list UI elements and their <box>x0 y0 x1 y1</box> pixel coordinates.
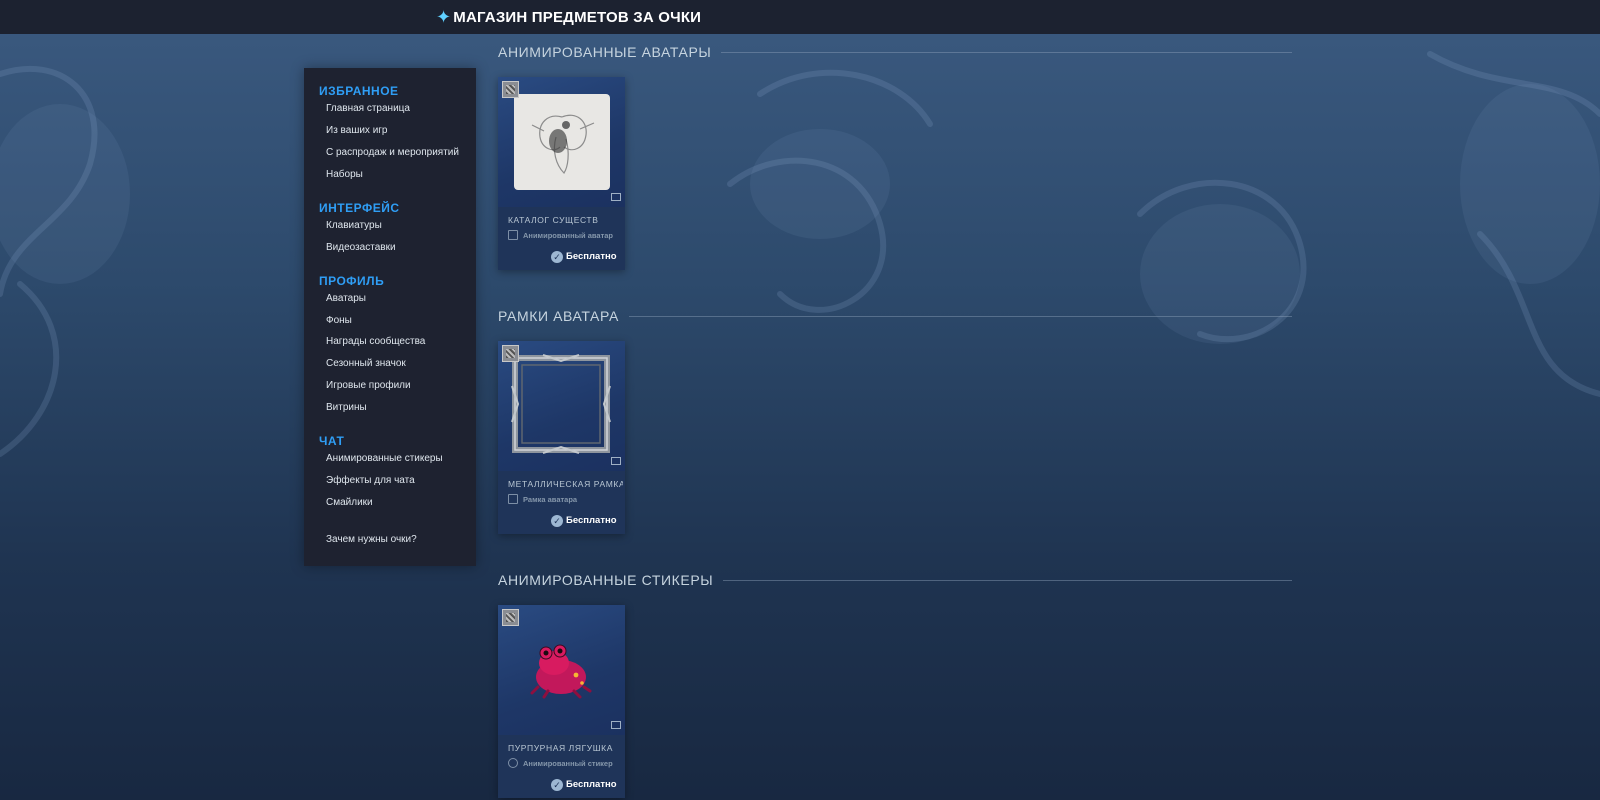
item-name: ПУРПУРНАЯ ЛЯГУШКА <box>508 743 613 753</box>
sidebar-item-bundles[interactable]: Наборы <box>326 169 363 180</box>
item-card-creature-catalog[interactable]: КАТАЛОГ СУЩЕСТВ Анимированный аватар ✓ Б… <box>498 77 625 270</box>
sidebar-section-interface: ИНТЕРФЕЙС <box>319 201 400 215</box>
category-heading-avatar-frames: РАМКИ АВАТАРА <box>498 306 1292 326</box>
animated-media-icon <box>611 193 621 201</box>
sidebar-item-avatars[interactable]: Аватары <box>326 293 366 304</box>
heading-divider <box>628 315 1292 317</box>
animated-media-icon <box>611 721 621 729</box>
heading-divider <box>721 51 1292 53</box>
animated-sticker-icon <box>508 758 518 768</box>
game-badge-icon <box>502 345 519 362</box>
item-name: КАТАЛОГ СУЩЕСТВ <box>508 215 599 225</box>
steam-points-icon: ✓ <box>551 515 563 527</box>
sidebar-section-profile: ПРОФИЛЬ <box>319 274 385 288</box>
sidebar-item-community-awards[interactable]: Награды сообщества <box>326 336 425 347</box>
item-type: Анимированный аватар <box>523 231 613 240</box>
sidebar-item-startup-movies[interactable]: Видеозаставки <box>326 242 396 253</box>
sidebar-item-sales-events[interactable]: С распродаж и мероприятий <box>326 147 459 158</box>
top-bar: ✦ МАГАЗИН ПРЕДМЕТОВ ЗА ОЧКИ <box>0 0 1600 34</box>
item-artwork <box>498 605 625 735</box>
animated-avatar-icon <box>508 230 518 240</box>
item-type: Рамка аватара <box>523 495 578 504</box>
heading-divider <box>723 579 1292 581</box>
sidebar-section-favorites: ИЗБРАННОЕ <box>319 84 399 98</box>
animated-media-icon <box>611 457 621 465</box>
page-title: ✦ МАГАЗИН ПРЕДМЕТОВ ЗА ОЧКИ <box>436 5 701 29</box>
item-price: Бесплатно <box>566 515 617 526</box>
game-badge-icon <box>502 81 519 98</box>
sidebar-item-from-your-games[interactable]: Из ваших игр <box>326 125 388 136</box>
sidebar-link-why-points[interactable]: Зачем нужны очки? <box>326 534 417 545</box>
item-card-metal-frame[interactable]: МЕТАЛЛИЧЕСКАЯ РАМКА Рамка аватара ✓ Бесп… <box>498 341 625 534</box>
sidebar-item-home[interactable]: Главная страница <box>326 103 410 114</box>
steam-points-icon: ✓ <box>551 251 563 263</box>
item-info: ПУРПУРНАЯ ЛЯГУШКА Анимированный стикер ✓… <box>498 735 625 798</box>
steam-points-icon: ✓ <box>551 779 563 791</box>
item-type: Анимированный стикер <box>523 759 613 768</box>
sidebar-item-seasonal-badge[interactable]: Сезонный значок <box>326 358 406 369</box>
sidebar-item-chat-effects[interactable]: Эффекты для чата <box>326 475 415 486</box>
sidebar-item-game-profiles[interactable]: Игровые профили <box>326 380 411 391</box>
item-artwork <box>498 341 625 471</box>
sidebar-section-chat: ЧАТ <box>319 434 345 448</box>
item-info: КАТАЛОГ СУЩЕСТВ Анимированный аватар ✓ Б… <box>498 207 625 270</box>
avatar-frame-icon <box>508 494 518 504</box>
page-title-text: МАГАЗИН ПРЕДМЕТОВ ЗА ОЧКИ <box>453 8 702 26</box>
sparkle-icon: ✦ <box>436 6 452 27</box>
sidebar-item-animated-stickers[interactable]: Анимированные стикеры <box>326 453 443 464</box>
item-price: Бесплатно <box>566 251 617 262</box>
sidebar-item-backgrounds[interactable]: Фоны <box>326 315 352 326</box>
category-heading-animated-avatars: АНИМИРОВАННЫЕ АВАТАРЫ <box>498 42 1292 62</box>
item-artwork <box>498 77 625 207</box>
game-badge-icon <box>502 609 519 626</box>
sidebar: ИЗБРАННОЕ Главная страница Из ваших игр … <box>304 68 476 566</box>
sidebar-item-showcases[interactable]: Витрины <box>326 402 367 413</box>
category-heading-text: АНИМИРОВАННЫЕ АВАТАРЫ <box>498 44 712 60</box>
item-name: МЕТАЛЛИЧЕСКАЯ РАМКА <box>508 479 623 489</box>
item-info: МЕТАЛЛИЧЕСКАЯ РАМКА Рамка аватара ✓ Бесп… <box>498 471 625 534</box>
sidebar-item-keyboards[interactable]: Клавиатуры <box>326 220 382 231</box>
background-illustration <box>0 51 1600 457</box>
item-card-purple-frog[interactable]: ПУРПУРНАЯ ЛЯГУШКА Анимированный стикер ✓… <box>498 605 625 798</box>
item-price: Бесплатно <box>566 779 617 790</box>
sidebar-item-emoticons[interactable]: Смайлики <box>326 497 373 508</box>
category-heading-text: РАМКИ АВАТАРА <box>498 308 619 324</box>
category-heading-text: АНИМИРОВАННЫЕ СТИКЕРЫ <box>498 572 714 588</box>
category-heading-animated-stickers: АНИМИРОВАННЫЕ СТИКЕРЫ <box>498 570 1292 590</box>
